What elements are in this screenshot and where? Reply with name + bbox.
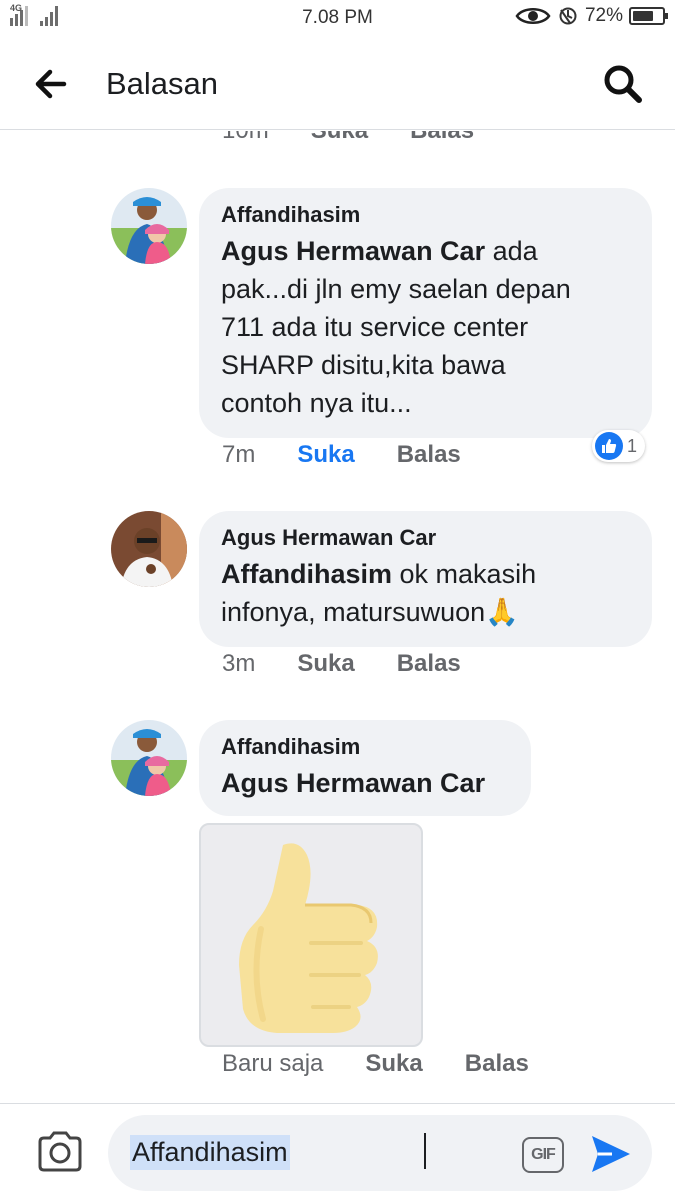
reaction-count: 1 (627, 435, 638, 456)
reply-button[interactable]: Balas (465, 1050, 529, 1078)
camera-button[interactable] (36, 1130, 84, 1174)
comment-author[interactable]: Agus Hermawan Car (221, 525, 630, 551)
thumbs-up-sticker[interactable] (199, 823, 423, 1047)
comment-bubble[interactable]: Affandihasim Agus Hermawan Car ada pak..… (199, 188, 652, 438)
gif-button[interactable]: GIF (522, 1137, 564, 1173)
mention-link[interactable]: Agus Hermawan Car (221, 236, 485, 266)
reply-button[interactable]: Balas (397, 441, 461, 469)
reply-button[interactable]: Balas (410, 131, 474, 145)
reaction-summary[interactable]: 1 (592, 430, 646, 462)
replies-feed[interactable]: 10m Suka Balas Affandihasim Agus Hermawa… (0, 131, 675, 1101)
mention-link[interactable]: Agus Hermawan Car (221, 768, 485, 798)
battery-icon (629, 7, 668, 25)
send-button[interactable] (588, 1132, 634, 1176)
thumbs-up-icon (239, 843, 378, 1033)
comment-text: Agus Hermawan Car (221, 764, 509, 802)
like-button[interactable]: Suka (311, 131, 368, 145)
comment-input[interactable]: Affandihasim GIF (108, 1115, 652, 1191)
send-icon (592, 1136, 630, 1172)
avatar[interactable] (111, 188, 187, 264)
like-reaction-icon (595, 432, 623, 460)
like-button[interactable]: Suka (365, 1050, 422, 1078)
status-bar: 4G 7.08 PM 72% (0, 0, 675, 36)
comment-meta: Baru saja Suka Balas (222, 1050, 571, 1078)
comment-bubble[interactable]: Agus Hermawan Car Affandihasim ok makasi… (199, 511, 652, 647)
reply-button[interactable]: Balas (397, 650, 461, 678)
search-icon (604, 65, 642, 103)
profile-photo-icon (111, 188, 187, 264)
previous-comment-meta: 10m Suka Balas (222, 131, 516, 145)
comment-text: Agus Hermawan Car ada pak...di jln emy s… (221, 236, 571, 418)
status-right: 72% (515, 5, 668, 27)
profile-photo-icon (111, 511, 187, 587)
like-button[interactable]: Suka (297, 441, 354, 469)
reply-composer: Affandihasim GIF (0, 1103, 675, 1200)
text-cursor (424, 1133, 426, 1169)
avatar[interactable] (111, 511, 187, 587)
back-button[interactable] (30, 64, 74, 104)
comment-bubble[interactable]: Affandihasim Agus Hermawan Car (199, 720, 531, 816)
eye-icon (515, 8, 551, 24)
comment-meta: 3m Suka Balas (222, 650, 503, 678)
comment-meta: 7m Suka Balas (222, 441, 503, 469)
search-button[interactable] (599, 60, 647, 108)
camera-icon (38, 1131, 82, 1172)
arrow-left-icon (35, 69, 67, 99)
like-button[interactable]: Suka (297, 650, 354, 678)
profile-photo-icon (111, 720, 187, 796)
mention-link[interactable]: Affandihasim (221, 559, 392, 589)
alarm-icon (559, 7, 577, 25)
comment-input-value[interactable]: Affandihasim (130, 1135, 290, 1170)
page-title: Balasan (106, 66, 219, 101)
top-bar: Balasan (0, 40, 675, 130)
comment-text: Affandihasim ok makasih infonya, matursu… (221, 559, 537, 627)
comment-time: 10m (222, 131, 269, 145)
battery-percent: 72% (584, 5, 623, 26)
comment-author[interactable]: Affandihasim (221, 202, 630, 228)
comment-time: Baru saja (222, 1050, 324, 1077)
avatar[interactable] (111, 720, 187, 796)
comment-time: 3m (222, 650, 256, 677)
comment-author[interactable]: Affandihasim (221, 734, 509, 760)
comment-time: 7m (222, 441, 256, 468)
